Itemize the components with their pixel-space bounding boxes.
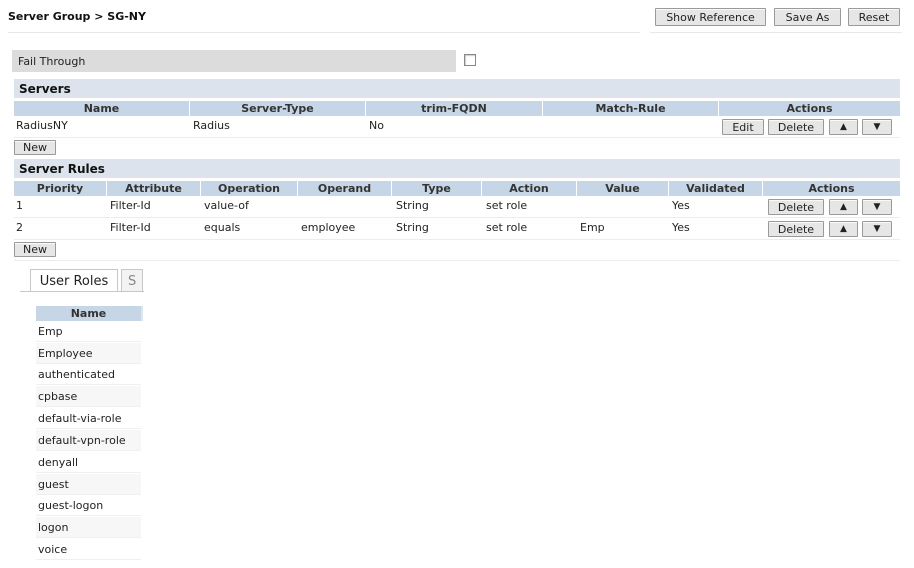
user-roles-header[interactable]: Name: [36, 306, 143, 321]
rules-col-priority[interactable]: Priority: [14, 181, 107, 196]
rule-2-value: Emp: [580, 221, 605, 234]
arrow-up-icon: ▲: [840, 202, 847, 212]
arrow-down-icon: ▼: [873, 224, 881, 234]
servers-title: Servers: [19, 81, 71, 96]
user-role-item[interactable]: Employee: [36, 343, 141, 364]
rules-col-attribute[interactable]: Attribute: [107, 181, 201, 196]
rule-1-move-down-button[interactable]: ▼: [862, 199, 892, 215]
rule-2-move-up-button[interactable]: ▲: [829, 221, 858, 237]
tab-user-roles[interactable]: User Roles: [30, 269, 118, 292]
rule-2-priority: 2: [16, 221, 23, 234]
server-rules-title: Server Rules: [19, 161, 105, 176]
rules-col-operand[interactable]: Operand: [298, 181, 392, 196]
rule-1-validated: Yes: [672, 199, 690, 212]
header-divider: [8, 32, 640, 33]
fail-through-label: Fail Through: [12, 50, 456, 72]
fail-through-text: Fail Through: [18, 54, 86, 68]
rule-1-delete-button[interactable]: Delete: [768, 199, 824, 215]
rule-2-attribute: Filter-Id: [110, 221, 151, 234]
servers-col-trim-fqdn[interactable]: trim-FQDN: [366, 101, 543, 116]
rule-2-operand: employee: [301, 221, 356, 234]
show-reference-button[interactable]: Show Reference: [655, 8, 766, 26]
tab-second[interactable]: S: [121, 269, 143, 292]
user-role-item[interactable]: Emp: [36, 321, 141, 342]
rule-new-button[interactable]: New: [14, 242, 56, 257]
servers-col-name[interactable]: Name: [14, 101, 190, 116]
servers-col-server-type[interactable]: Server-Type: [190, 101, 366, 116]
user-role-item[interactable]: default-vpn-role: [36, 430, 141, 451]
servers-table-header: Name Server-Type trim-FQDN Match-Rule Ac…: [14, 101, 900, 116]
rule-1-type: String: [396, 199, 429, 212]
arrow-up-icon: ▲: [840, 224, 847, 234]
user-role-item[interactable]: authenticated: [36, 364, 141, 385]
tab-second-label: S: [128, 273, 137, 289]
user-role-item[interactable]: guest-logon: [36, 495, 141, 516]
rules-col-validated[interactable]: Validated: [669, 181, 763, 196]
servers-col-match-rule[interactable]: Match-Rule: [543, 101, 719, 116]
server-type-cell: Radius: [193, 119, 230, 132]
rules-row-divider: [14, 239, 900, 240]
servers-col-actions: Actions: [719, 101, 900, 116]
rule-1-action: set role: [486, 199, 528, 212]
rule-1-move-up-button[interactable]: ▲: [829, 199, 858, 215]
arrow-down-icon: ▼: [873, 122, 881, 132]
user-role-item[interactable]: guest: [36, 474, 141, 495]
user-role-item[interactable]: voice: [36, 539, 141, 560]
reset-button[interactable]: Reset: [848, 8, 900, 26]
arrow-down-icon: ▼: [873, 202, 881, 212]
server-rules-section-title: Server Rules: [14, 159, 900, 178]
user-role-item[interactable]: cpbase: [36, 386, 141, 407]
server-delete-button[interactable]: Delete: [768, 119, 824, 135]
rule-1-operation: value-of: [204, 199, 249, 212]
server-rules-table-header: Priority Attribute Operation Operand Typ…: [14, 181, 900, 196]
server-move-down-button[interactable]: ▼: [862, 119, 892, 135]
save-as-button[interactable]: Save As: [774, 8, 841, 26]
servers-section-title: Servers: [14, 79, 900, 98]
rule-1-attribute: Filter-Id: [110, 199, 151, 212]
server-move-up-button[interactable]: ▲: [829, 119, 858, 135]
rule-1-priority: 1: [16, 199, 23, 212]
rule-2-action: set role: [486, 221, 528, 234]
servers-row-divider: [14, 137, 900, 138]
rule-2-move-down-button[interactable]: ▼: [862, 221, 892, 237]
rules-row-divider: [14, 217, 900, 218]
rules-col-action[interactable]: Action: [482, 181, 577, 196]
user-role-item[interactable]: default-via-role: [36, 408, 141, 429]
rules-col-type[interactable]: Type: [392, 181, 482, 196]
rule-2-operation: equals: [204, 221, 241, 234]
rule-2-delete-button[interactable]: Delete: [768, 221, 824, 237]
rules-col-value[interactable]: Value: [577, 181, 669, 196]
user-role-item[interactable]: denyall: [36, 452, 141, 473]
server-new-button[interactable]: New: [14, 140, 56, 155]
page-title: Server Group > SG-NY: [8, 10, 146, 23]
server-edit-button[interactable]: Edit: [722, 119, 764, 135]
rules-col-operation[interactable]: Operation: [201, 181, 298, 196]
header-divider-right: [650, 32, 902, 33]
section-bottom-divider: [14, 260, 900, 261]
tab-user-roles-label: User Roles: [39, 273, 109, 289]
server-trim-fqdn-cell: No: [369, 119, 384, 132]
rule-2-validated: Yes: [672, 221, 690, 234]
rules-col-actions: Actions: [763, 181, 900, 196]
user-role-item[interactable]: logon: [36, 517, 141, 538]
server-name-cell: RadiusNY: [16, 119, 68, 132]
rule-2-type: String: [396, 221, 429, 234]
arrow-up-icon: ▲: [840, 122, 847, 132]
fail-through-checkbox[interactable]: [464, 54, 476, 66]
tab-strip-line: [20, 291, 144, 292]
